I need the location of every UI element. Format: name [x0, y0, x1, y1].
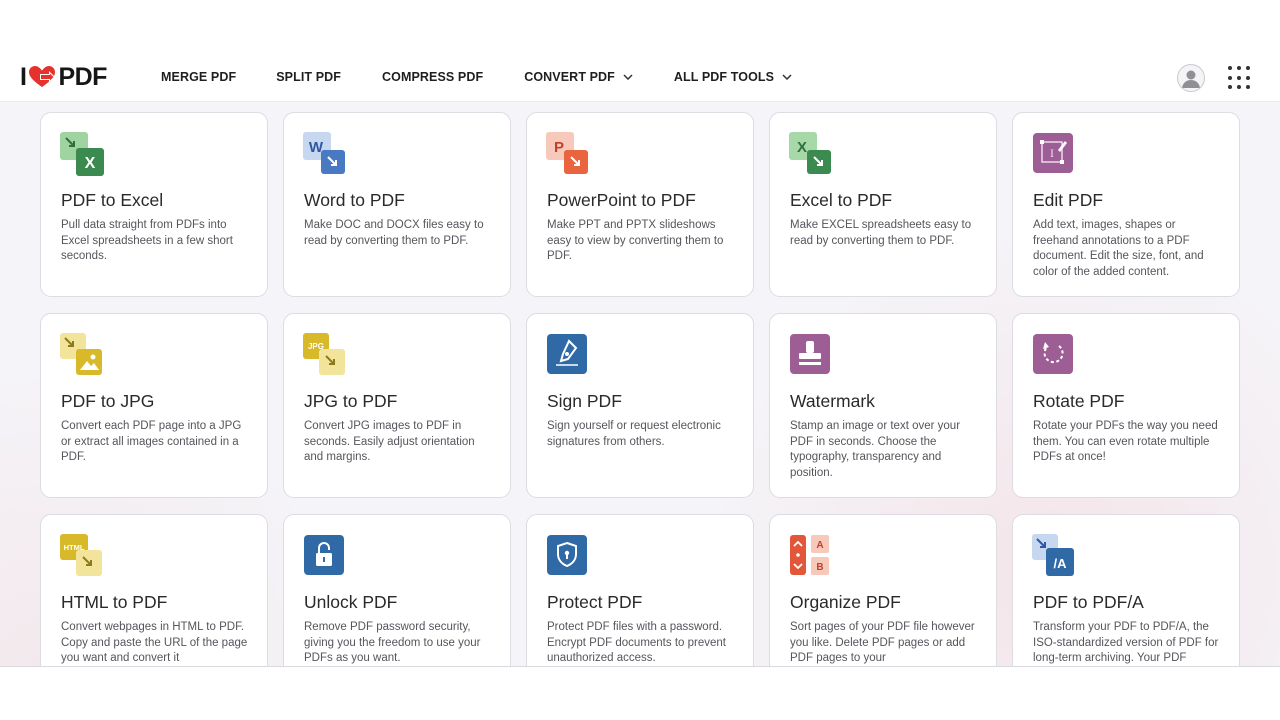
- nav-convert-pdf[interactable]: CONVERT PDF: [524, 70, 633, 84]
- organize-pdf-icon: A B: [789, 534, 835, 580]
- tool-card-pdf-to-excel[interactable]: X PDF to Excel Pull data straight from P…: [40, 112, 268, 297]
- nav-label: MERGE PDF: [161, 70, 237, 84]
- tools-area: X PDF to Excel Pull data straight from P…: [0, 101, 1280, 667]
- nav-label: CONVERT PDF: [524, 70, 615, 84]
- pdf-to-pdfa-icon: /A: [1032, 534, 1078, 580]
- tool-description: Make EXCEL spreadsheets easy to read by …: [790, 219, 972, 247]
- tool-title: Excel to PDF: [790, 190, 893, 210]
- tool-card-pdf-to-jpg[interactable]: PDF to JPG Convert each PDF page into a …: [40, 313, 268, 498]
- excel-to-pdf-icon: X: [789, 132, 835, 178]
- tool-card-excel-to-pdf[interactable]: X Excel to PDF Make EXCEL spreadsheets e…: [769, 112, 997, 297]
- tool-description: Add text, images, shapes or freehand ann…: [1033, 219, 1204, 278]
- tool-title: PDF to JPG: [61, 391, 155, 411]
- tool-description: Remove PDF password security, giving you…: [304, 621, 481, 664]
- rotate-pdf-icon: [1032, 333, 1078, 379]
- tool-card-sign-pdf[interactable]: Sign PDF Sign yourself or request electr…: [526, 313, 754, 498]
- tool-description: Pull data straight from PDFs into Excel …: [61, 219, 233, 262]
- chevron-down-icon: [782, 74, 792, 80]
- tool-title: PDF to Excel: [61, 190, 164, 210]
- jpg-to-pdf-icon: JPG: [303, 333, 349, 379]
- user-icon: [1182, 70, 1200, 88]
- logo-text-i: I: [20, 62, 27, 91]
- nav-merge-pdf[interactable]: MERGE PDF: [161, 70, 236, 84]
- nav-all-pdf-tools[interactable]: ALL PDF TOOLS: [674, 70, 792, 84]
- tool-title: Edit PDF: [1033, 190, 1104, 210]
- tool-title: Organize PDF: [790, 592, 901, 612]
- tool-description: Protect PDF files with a password. Encry…: [547, 621, 726, 664]
- tool-card-organize-pdf[interactable]: A B Organize PDF Sort pages of your PDF …: [769, 514, 997, 666]
- tool-title: Watermark: [790, 391, 875, 411]
- tool-description: Convert each PDF page into a JPG or extr…: [61, 420, 242, 463]
- tool-description: Convert JPG images to PDF in seconds. Ea…: [304, 420, 475, 463]
- nav-label: SPLIT PDF: [276, 70, 342, 84]
- tool-title: Rotate PDF: [1033, 391, 1125, 411]
- tool-card-edit-pdf[interactable]: I Edit PDF Add text, images, shapes or f…: [1012, 112, 1240, 297]
- tool-title: Protect PDF: [547, 592, 643, 612]
- edit-pdf-icon: I: [1032, 132, 1078, 178]
- main-nav: MERGE PDF SPLIT PDF COMPRESS PDF CONVERT…: [150, 66, 792, 88]
- tool-description: Transform your PDF to PDF/A, the ISO-sta…: [1033, 621, 1219, 664]
- chevron-down-icon: [623, 74, 633, 80]
- tool-description: Rotate your PDFs the way you need them. …: [1033, 420, 1218, 463]
- tool-title: JPG to PDF: [304, 391, 398, 411]
- svg-text:P: P: [554, 139, 564, 156]
- tool-card-rotate-pdf[interactable]: Rotate PDF Rotate your PDFs the way you …: [1012, 313, 1240, 498]
- tool-description: Sign yourself or request electronic sign…: [547, 420, 721, 448]
- protect-pdf-icon: [546, 534, 592, 580]
- apps-grid-icon[interactable]: [1228, 66, 1252, 90]
- tool-card-unlock-pdf[interactable]: Unlock PDF Remove PDF password security,…: [283, 514, 511, 666]
- tool-title: Word to PDF: [304, 190, 405, 210]
- svg-text:X: X: [797, 139, 807, 156]
- pdf-to-jpg-icon: [60, 333, 106, 379]
- nav-label: ALL PDF TOOLS: [673, 70, 775, 84]
- sign-pdf-icon: [546, 333, 592, 379]
- nav-compress-pdf[interactable]: COMPRESS PDF: [382, 70, 483, 84]
- user-avatar-button[interactable]: [1177, 64, 1205, 92]
- tool-card-word-to-pdf[interactable]: W Word to PDF Make DOC and DOCX files ea…: [283, 112, 511, 297]
- unlock-pdf-icon: [303, 534, 349, 580]
- tool-description: Make DOC and DOCX files easy to read by …: [304, 219, 484, 247]
- tool-card-pdf-to-pdfa[interactable]: /A PDF to PDF/A Transform your PDF to PD…: [1012, 514, 1240, 666]
- tool-description: Convert webpages in HTML to PDF. Copy an…: [61, 621, 248, 664]
- tool-card-powerpoint-to-pdf[interactable]: P PowerPoint to PDF Make PPT and PPTX sl…: [526, 112, 754, 297]
- tool-title: HTML to PDF: [61, 592, 168, 612]
- word-to-pdf-icon: W: [303, 132, 349, 178]
- watermark-icon: [789, 333, 835, 379]
- tool-card-html-to-pdf[interactable]: HTML HTML to PDF Convert webpages in HTM…: [40, 514, 268, 666]
- ilovepdf-logo[interactable]: I PDF: [20, 62, 107, 91]
- tool-card-protect-pdf[interactable]: Protect PDF Protect PDF files with a pas…: [526, 514, 754, 666]
- pdf-to-excel-icon: X: [60, 132, 106, 178]
- svg-text:X: X: [85, 155, 96, 172]
- powerpoint-to-pdf-icon: P: [546, 132, 592, 178]
- tool-description: Sort pages of your PDF file however you …: [790, 621, 975, 664]
- tool-card-jpg-to-pdf[interactable]: JPG JPG to PDF Convert JPG images to PDF…: [283, 313, 511, 498]
- svg-text:/A: /A: [1054, 556, 1068, 571]
- tool-description: Make PPT and PPTX slideshows easy to vie…: [547, 219, 724, 262]
- top-navigation-bar: I PDF MERGE PDF SPLIT PDF COMPRESS PDF C…: [0, 52, 1280, 102]
- nav-label: COMPRESS PDF: [382, 70, 484, 84]
- nav-split-pdf[interactable]: SPLIT PDF: [276, 70, 341, 84]
- tool-title: PowerPoint to PDF: [547, 190, 696, 210]
- tool-title: Sign PDF: [547, 391, 622, 411]
- svg-text:A: A: [816, 540, 823, 551]
- tool-title: PDF to PDF/A: [1033, 592, 1144, 612]
- tool-title: Unlock PDF: [304, 592, 398, 612]
- tool-card-watermark[interactable]: Watermark Stamp an image or text over yo…: [769, 313, 997, 498]
- tool-description: Stamp an image or text over your PDF in …: [790, 420, 961, 479]
- logo-text-pdf: PDF: [58, 62, 107, 91]
- svg-text:B: B: [816, 562, 823, 573]
- html-to-pdf-icon: HTML: [60, 534, 106, 580]
- heart-icon: [27, 65, 57, 89]
- svg-text:I: I: [1050, 146, 1054, 160]
